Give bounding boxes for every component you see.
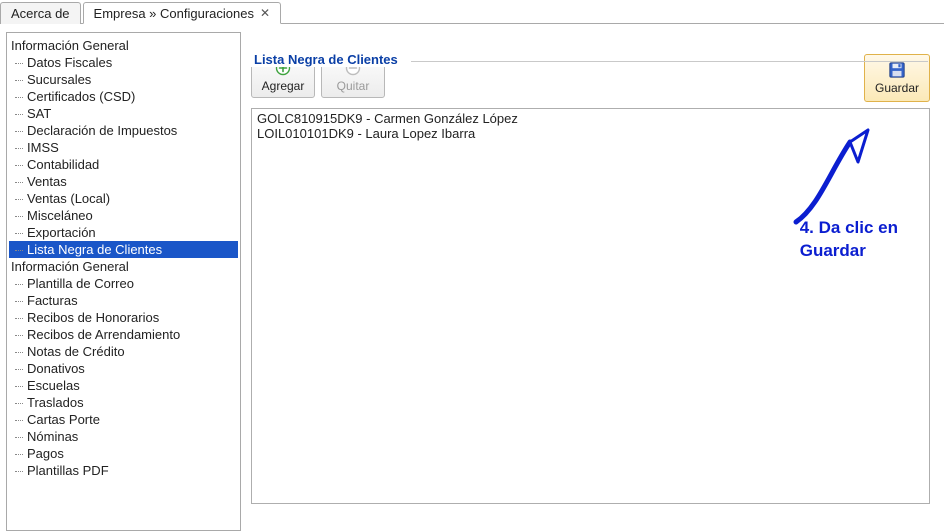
- content-panel: Lista Negra de Clientes Agregar Quitar: [241, 32, 938, 531]
- main-area: Información General Datos Fiscales Sucur…: [0, 24, 944, 531]
- tree-item-sucursales[interactable]: Sucursales: [9, 71, 238, 88]
- tree-item-notas-credito[interactable]: Notas de Crédito: [9, 343, 238, 360]
- tab-label: Acerca de: [11, 6, 70, 21]
- tree-item-sat[interactable]: SAT: [9, 105, 238, 122]
- list-item[interactable]: LOIL010101DK9 - Laura Lopez Ibarra: [256, 126, 925, 141]
- button-label: Agregar: [262, 79, 305, 93]
- close-icon[interactable]: ✕: [260, 7, 270, 19]
- tree-item-facturas[interactable]: Facturas: [9, 292, 238, 309]
- fieldset-lista-negra: Lista Negra de Clientes Agregar Quitar: [251, 54, 930, 504]
- tree-item-ventas[interactable]: Ventas: [9, 173, 238, 190]
- list-item[interactable]: GOLC810915DK9 - Carmen González López: [256, 111, 925, 126]
- tree-item-plantilla-correo[interactable]: Plantilla de Correo: [9, 275, 238, 292]
- tab-empresa-config[interactable]: Empresa » Configuraciones ✕: [83, 2, 281, 24]
- tree-item-imss[interactable]: IMSS: [9, 139, 238, 156]
- blacklist-listbox[interactable]: GOLC810915DK9 - Carmen González López LO…: [251, 108, 930, 504]
- tree-item-contabilidad[interactable]: Contabilidad: [9, 156, 238, 173]
- tree-item-miscelaneo[interactable]: Misceláneo: [9, 207, 238, 224]
- button-label: Guardar: [875, 81, 919, 95]
- tree-item-donativos[interactable]: Donativos: [9, 360, 238, 377]
- tree-group-label: Información General: [9, 37, 238, 54]
- tab-label: Empresa » Configuraciones: [94, 6, 254, 21]
- legend-divider: [411, 61, 928, 62]
- tree-item-ventas-local[interactable]: Ventas (Local): [9, 190, 238, 207]
- tree-item-nominas[interactable]: Nóminas: [9, 428, 238, 445]
- tree-group-label: Información General: [9, 258, 238, 275]
- tree-item-recibos-arrendamiento[interactable]: Recibos de Arrendamiento: [9, 326, 238, 343]
- tree-item-pagos[interactable]: Pagos: [9, 445, 238, 462]
- tab-acerca-de[interactable]: Acerca de: [0, 2, 81, 24]
- tree-item-certificados[interactable]: Certificados (CSD): [9, 88, 238, 105]
- tree-item-recibos-honorarios[interactable]: Recibos de Honorarios: [9, 309, 238, 326]
- tab-strip: Acerca de Empresa » Configuraciones ✕: [0, 0, 944, 24]
- tree-item-exportacion[interactable]: Exportación: [9, 224, 238, 241]
- tree-item-lista-negra[interactable]: Lista Negra de Clientes: [9, 241, 238, 258]
- tree-item-plantillas-pdf[interactable]: Plantillas PDF: [9, 462, 238, 479]
- tree-item-decl-impuestos[interactable]: Declaración de Impuestos: [9, 122, 238, 139]
- tree-item-traslados[interactable]: Traslados: [9, 394, 238, 411]
- tree-item-datos-fiscales[interactable]: Datos Fiscales: [9, 54, 238, 71]
- tree-item-cartas-porte[interactable]: Cartas Porte: [9, 411, 238, 428]
- config-tree[interactable]: Información General Datos Fiscales Sucur…: [6, 32, 241, 531]
- panel-legend: Lista Negra de Clientes: [251, 52, 401, 67]
- button-label: Quitar: [337, 79, 370, 93]
- tree-item-escuelas[interactable]: Escuelas: [9, 377, 238, 394]
- floppy-disk-icon: [888, 61, 906, 79]
